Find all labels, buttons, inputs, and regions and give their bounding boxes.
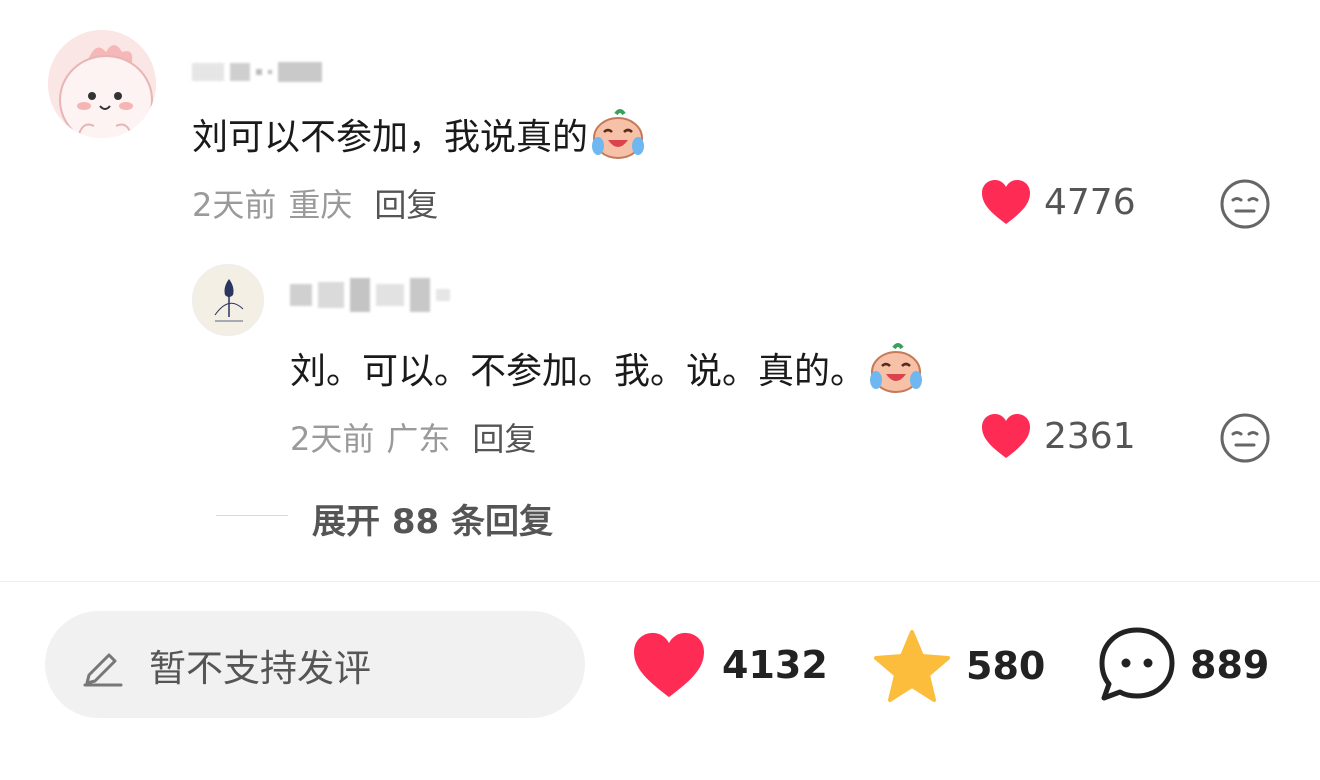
post-favorite-count: 580 <box>966 644 1046 688</box>
star-icon <box>874 630 950 702</box>
replier-avatar[interactable] <box>192 264 264 336</box>
comment-text: 刘可以不参加，我说真的 <box>192 117 589 158</box>
heart-icon <box>982 180 1030 224</box>
replier-username-blurred[interactable] <box>290 278 450 312</box>
expand-divider-line <box>216 515 288 516</box>
comment-location: 重庆 <box>288 186 353 224</box>
heart-icon <box>634 632 704 698</box>
heart-icon <box>982 414 1030 458</box>
comment-meta: 2天前 重庆 回复 <box>192 180 438 226</box>
tulip-logo-avatar-image <box>193 265 263 335</box>
post-comment-count: 889 <box>1190 643 1270 687</box>
comment-text-row: 刘可以不参加，我说真的 <box>192 108 646 160</box>
comment-like-button[interactable]: 4776 <box>980 178 1136 226</box>
post-like-button[interactable]: 4132 <box>630 630 828 700</box>
crying-laughing-emoji-icon <box>592 109 645 159</box>
crying-laughing-emoji-icon <box>870 343 923 393</box>
reply-time: 2天前 <box>290 420 375 458</box>
reply-text-row: 刘。可以。不参加。我。说。真的。 <box>290 342 924 394</box>
post-comment-button[interactable]: 889 <box>1098 626 1269 704</box>
comment-like-count: 4776 <box>1044 181 1136 223</box>
reply-like-button[interactable]: 2361 <box>980 412 1136 460</box>
expand-replies-button[interactable]: 展开 88 条回复 <box>312 494 553 543</box>
post-favorite-button[interactable]: 580 <box>872 628 1045 704</box>
comment-dislike-button[interactable] <box>1219 178 1271 234</box>
reply-dislike-button[interactable] <box>1219 412 1271 468</box>
meh-face-icon <box>1220 413 1270 463</box>
speech-bubble-icon <box>1099 627 1175 701</box>
reply-meta: 2天前 广东 回复 <box>290 414 536 460</box>
pink-dino-avatar-image <box>48 30 156 138</box>
comment-input-placeholder: 暂不支持发评 <box>149 646 371 690</box>
pencil-icon <box>83 653 123 686</box>
commenter-username-blurred[interactable] <box>192 62 322 82</box>
reply-location: 广东 <box>386 420 451 458</box>
bottom-bar-divider <box>0 581 1320 582</box>
reply-text: 刘。可以。不参加。我。说。真的。 <box>290 351 867 392</box>
reply-reply-button[interactable]: 回复 <box>472 414 536 460</box>
reply-like-count: 2361 <box>1044 415 1136 457</box>
comment-input-box[interactable]: 暂不支持发评 <box>45 611 585 718</box>
meh-face-icon <box>1220 179 1270 229</box>
commenter-avatar[interactable] <box>48 30 156 138</box>
comment-reply-button[interactable]: 回复 <box>374 180 438 226</box>
comment-time: 2天前 <box>192 186 277 224</box>
post-like-count: 4132 <box>722 643 828 687</box>
